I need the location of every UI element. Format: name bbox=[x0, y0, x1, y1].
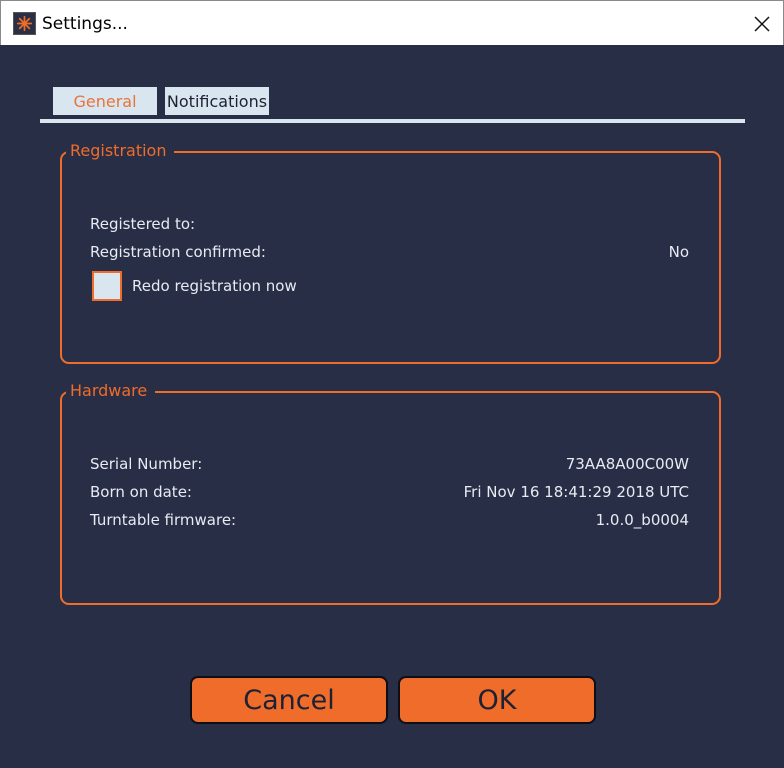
registration-legend: Registration bbox=[66, 141, 175, 161]
close-button[interactable] bbox=[739, 1, 784, 46]
serial-number-label: Serial Number: bbox=[90, 455, 203, 473]
serial-number-row: Serial Number: 73AA8A00C00W bbox=[90, 455, 689, 475]
tab-underline bbox=[40, 119, 745, 123]
hardware-group: Hardware Serial Number: 73AA8A00C00W Bor… bbox=[60, 381, 721, 605]
turntable-firmware-row: Turntable firmware: 1.0.0_b0004 bbox=[90, 511, 689, 531]
serial-number-value: 73AA8A00C00W bbox=[565, 455, 689, 473]
hardware-legend: Hardware bbox=[66, 381, 156, 401]
settings-panel: General Notifications Registration Regis… bbox=[0, 45, 784, 768]
registered-to-row: Registered to: bbox=[90, 215, 689, 235]
app-logo-icon bbox=[13, 12, 36, 35]
turntable-firmware-value: 1.0.0_b0004 bbox=[595, 511, 689, 529]
cancel-button[interactable]: Cancel bbox=[190, 676, 388, 724]
born-on-date-label: Born on date: bbox=[90, 483, 192, 501]
registration-group: Registration Registered to: Registration… bbox=[60, 141, 721, 364]
tab-notifications[interactable]: Notifications bbox=[165, 87, 269, 115]
turntable-firmware-label: Turntable firmware: bbox=[90, 511, 237, 529]
close-icon bbox=[754, 15, 770, 32]
redo-registration-row[interactable]: Redo registration now bbox=[92, 271, 297, 301]
tab-general[interactable]: General bbox=[53, 87, 157, 115]
registration-confirmed-value: No bbox=[668, 243, 689, 261]
born-on-date-value: Fri Nov 16 18:41:29 2018 UTC bbox=[463, 483, 689, 501]
redo-registration-checkbox[interactable] bbox=[92, 271, 122, 301]
born-on-date-row: Born on date: Fri Nov 16 18:41:29 2018 U… bbox=[90, 483, 689, 503]
registration-confirmed-row: Registration confirmed: No bbox=[90, 243, 689, 263]
window-title: Settings... bbox=[42, 14, 128, 34]
registered-to-label: Registered to: bbox=[90, 215, 196, 233]
title-bar: Settings... bbox=[0, 0, 784, 45]
registration-confirmed-label: Registration confirmed: bbox=[90, 243, 266, 261]
redo-registration-label[interactable]: Redo registration now bbox=[132, 277, 297, 295]
ok-button[interactable]: OK bbox=[398, 676, 596, 724]
